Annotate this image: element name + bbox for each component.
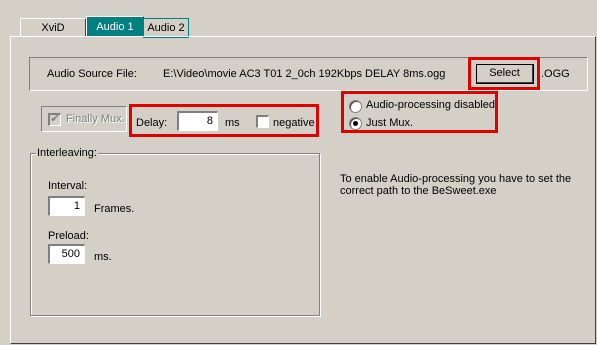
preload-unit: ms. — [94, 251, 112, 263]
tab-audio-2[interactable]: Audio 2 — [143, 18, 189, 38]
tab-xvid[interactable]: XviD — [20, 18, 86, 37]
ogg-extension-label: .OGG — [541, 68, 570, 80]
source-label: Audio Source File: — [47, 68, 137, 80]
tab-audio-1[interactable]: Audio 1 — [86, 16, 144, 37]
finally-mux-label: Finally Mux. — [66, 113, 125, 125]
processing-highlight — [341, 91, 498, 133]
interval-unit: Frames. — [94, 203, 135, 215]
preload-label: Preload: — [48, 230, 89, 242]
interleaving-title: Interleaving: — [36, 147, 98, 159]
interval-label: Interval: — [48, 180, 88, 192]
preload-input[interactable]: 500 — [48, 244, 85, 264]
delay-highlight — [129, 104, 319, 137]
interval-input[interactable]: 1 — [48, 196, 85, 216]
finally-mux-checkbox: ✔ — [48, 113, 61, 126]
source-path: E:\Video\movie AC3 T01 2_0ch 192Kbps DEL… — [163, 68, 446, 80]
select-highlight — [468, 57, 540, 90]
besweet-info-text: To enable Audio-processing you have to s… — [340, 173, 572, 197]
